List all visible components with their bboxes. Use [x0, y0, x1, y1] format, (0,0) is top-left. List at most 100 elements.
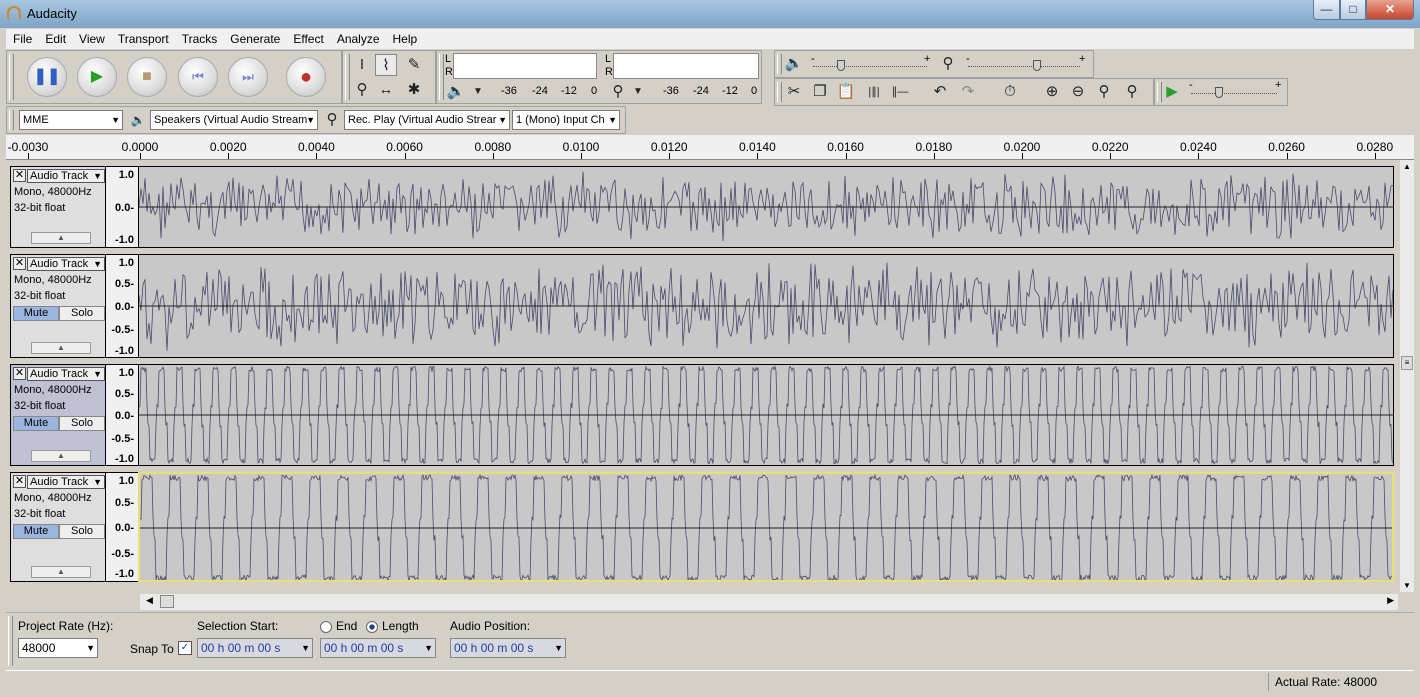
solo-button[interactable]: Solo	[59, 416, 105, 431]
scroll-left-icon[interactable]: ◀	[146, 595, 153, 606]
track-control-panel[interactable]: ✕ Audio Track ▼ Mono, 48000Hz 32-bit floa…	[10, 472, 106, 582]
track-name-menu[interactable]: Audio Track ▼	[27, 367, 105, 381]
menu-help[interactable]: Help	[386, 32, 424, 46]
collapse-track-icon[interactable]: ▲	[31, 342, 91, 354]
track-close-icon[interactable]: ✕	[13, 367, 26, 380]
skip-start-button[interactable]: ⏮	[178, 57, 218, 97]
audio-host-select[interactable]: MME ▼	[19, 110, 123, 130]
close-button[interactable]: ✕	[1366, 0, 1414, 20]
horizontal-scrollbar[interactable]: ◀ ▶	[140, 594, 1398, 610]
pause-button[interactable]: ❚❚	[27, 57, 67, 97]
speaker-meter-icon[interactable]: 🔈	[445, 81, 467, 103]
end-radio[interactable]	[320, 621, 332, 633]
snap-to-checkbox[interactable]: ✓	[178, 641, 192, 655]
copy-icon[interactable]: ❐	[809, 81, 831, 103]
mute-button[interactable]: Mute	[13, 524, 59, 539]
track-close-icon[interactable]: ✕	[13, 257, 26, 270]
track-control-panel[interactable]: ✕ Audio Track ▼ Mono, 48000Hz 32-bit floa…	[10, 364, 106, 466]
maximize-button[interactable]: □	[1340, 0, 1366, 20]
scroll-down-icon[interactable]: ▼	[1403, 581, 1411, 590]
audio-track-3[interactable]: ✕ Audio Track ▼ Mono, 48000Hz 32-bit floa…	[10, 364, 1394, 466]
solo-button[interactable]: Solo	[59, 306, 105, 321]
waveform-graphic	[139, 171, 1393, 242]
track-close-icon[interactable]: ✕	[13, 475, 26, 488]
timeshift-tool-icon[interactable]: ↔	[375, 79, 397, 101]
waveform[interactable]	[138, 166, 1394, 248]
vertical-scrollbar[interactable]: ▲ ≡ ▼	[1400, 160, 1414, 592]
input-volume-slider[interactable]	[1033, 60, 1041, 71]
menu-file[interactable]: File	[6, 32, 38, 46]
waveform[interactable]	[138, 472, 1394, 582]
waveform[interactable]	[138, 364, 1394, 466]
play-at-speed-button[interactable]: ▶	[1161, 81, 1183, 103]
cut-icon[interactable]: ✂	[783, 81, 805, 103]
track-name-menu[interactable]: Audio Track ▼	[27, 257, 105, 271]
input-channels-select[interactable]: 1 (Mono) Input Ch ▼	[512, 110, 620, 130]
menu-edit[interactable]: Edit	[38, 32, 72, 46]
menu-effect[interactable]: Effect	[286, 32, 329, 46]
trim-icon[interactable]: |∥|	[863, 81, 885, 103]
ruler-tick-label: 0.0200	[1003, 140, 1041, 154]
rec-meter-right-label: R	[605, 66, 613, 78]
collapse-track-icon[interactable]: ▲	[31, 450, 91, 462]
fit-project-icon[interactable]: ⚲	[1121, 81, 1143, 103]
stop-button[interactable]: ■	[127, 57, 167, 97]
play-meter-menu-icon[interactable]: ▼	[467, 81, 489, 103]
envelope-tool-icon[interactable]: ⌇	[375, 54, 397, 76]
output-device-select[interactable]: Speakers (Virtual Audio Stream ▼	[150, 110, 318, 130]
track-close-icon[interactable]: ✕	[13, 169, 26, 182]
project-rate-select[interactable]: 48000 ▼	[18, 638, 98, 658]
redo-icon[interactable]: ↷	[957, 81, 979, 103]
menu-transport[interactable]: Transport	[111, 32, 175, 46]
menu-tracks[interactable]: Tracks	[175, 32, 224, 46]
draw-tool-icon[interactable]: ✎	[403, 54, 425, 76]
audio-track-1[interactable]: ✕ Audio Track ▼ Mono, 48000Hz 32-bit floa…	[10, 166, 1394, 248]
scale-label: 1.0	[118, 169, 134, 181]
horizontal-scroll-thumb[interactable]	[160, 595, 174, 608]
sync-lock-icon[interactable]: ⏱	[999, 81, 1021, 103]
solo-button[interactable]: Solo	[59, 524, 105, 539]
vertical-scroll-thumb[interactable]: ≡	[1401, 356, 1413, 370]
track-control-panel[interactable]: ✕ Audio Track ▼ Mono, 48000Hz 32-bit floa…	[10, 254, 106, 358]
track-name: Audio Track	[30, 258, 89, 270]
scroll-right-icon[interactable]: ▶	[1387, 595, 1394, 606]
microphone-meter-icon[interactable]: ⚲	[607, 81, 629, 103]
record-button[interactable]: ●	[286, 57, 326, 97]
selection-length-time[interactable]: 00 h 00 m 00 s ▼	[320, 638, 436, 658]
menu-analyze[interactable]: Analyze	[330, 32, 386, 46]
actual-rate: Actual Rate: 48000	[1268, 673, 1377, 691]
length-radio[interactable]	[366, 621, 378, 633]
undo-icon[interactable]: ↶	[929, 81, 951, 103]
zoom-in-icon[interactable]: ⊕	[1041, 81, 1063, 103]
silence-icon[interactable]: ∥—	[889, 81, 911, 103]
audio-position-time[interactable]: 00 h 00 m 00 s ▼	[450, 638, 566, 658]
selection-start-time[interactable]: 00 h 00 m 00 s ▼	[197, 638, 313, 658]
zoom-tool-icon[interactable]: ⚲	[351, 79, 373, 101]
multi-tool-icon[interactable]: ✱	[403, 79, 425, 101]
selection-tool-icon[interactable]: I	[351, 54, 373, 76]
paste-icon[interactable]: 📋	[835, 81, 857, 103]
play-button[interactable]: ▶	[77, 57, 117, 97]
scroll-up-icon[interactable]: ▲	[1403, 162, 1411, 171]
collapse-track-icon[interactable]: ▲	[31, 232, 91, 244]
rec-meter-menu-icon[interactable]: ▼	[627, 81, 649, 103]
audio-track-4[interactable]: ✕ Audio Track ▼ Mono, 48000Hz 32-bit floa…	[10, 472, 1394, 582]
fit-selection-icon[interactable]: ⚲	[1093, 81, 1115, 103]
track-name-menu[interactable]: Audio Track ▼	[27, 475, 105, 489]
skip-end-button[interactable]: ⏭	[228, 57, 268, 97]
track-name-menu[interactable]: Audio Track ▼	[27, 169, 105, 183]
input-device-select[interactable]: Rec. Play (Virtual Audio Strear ▼	[344, 110, 510, 130]
menu-view[interactable]: View	[72, 32, 111, 46]
speed-slider[interactable]	[1215, 87, 1223, 98]
menu-generate[interactable]: Generate	[223, 32, 286, 46]
collapse-track-icon[interactable]: ▲	[31, 566, 91, 578]
minimize-button[interactable]: —	[1313, 0, 1340, 20]
mute-button[interactable]: Mute	[13, 306, 59, 321]
audio-track-2[interactable]: ✕ Audio Track ▼ Mono, 48000Hz 32-bit floa…	[10, 254, 1394, 358]
track-control-panel[interactable]: ✕ Audio Track ▼ Mono, 48000Hz 32-bit floa…	[10, 166, 106, 248]
mute-button[interactable]: Mute	[13, 416, 59, 431]
output-volume-slider[interactable]	[837, 60, 845, 71]
zoom-out-icon[interactable]: ⊖	[1067, 81, 1089, 103]
waveform[interactable]	[138, 254, 1394, 358]
timeline-ruler[interactable]: -0.0030 0.0000 0.0020 0.0040 0.0060 0.0080 0.0…	[6, 135, 1414, 160]
